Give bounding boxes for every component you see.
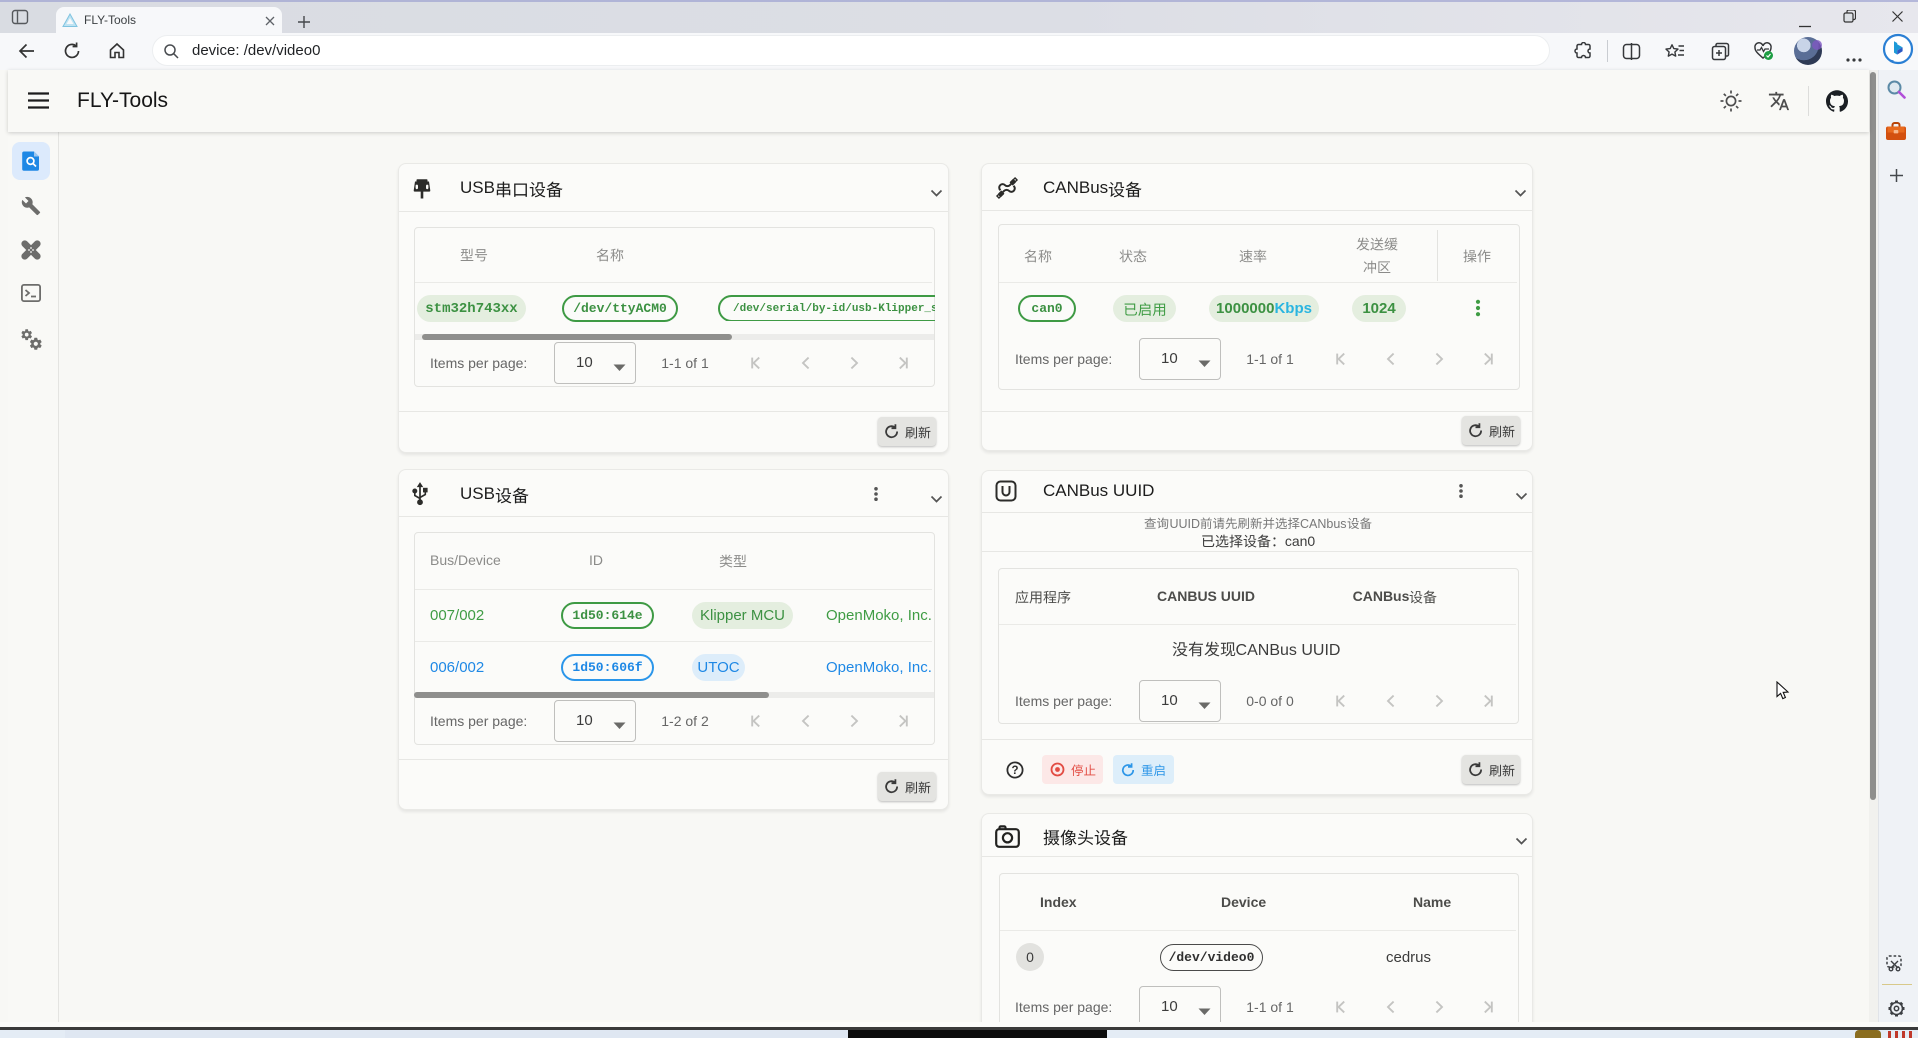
svg-text:?: ?: [1011, 765, 1018, 777]
